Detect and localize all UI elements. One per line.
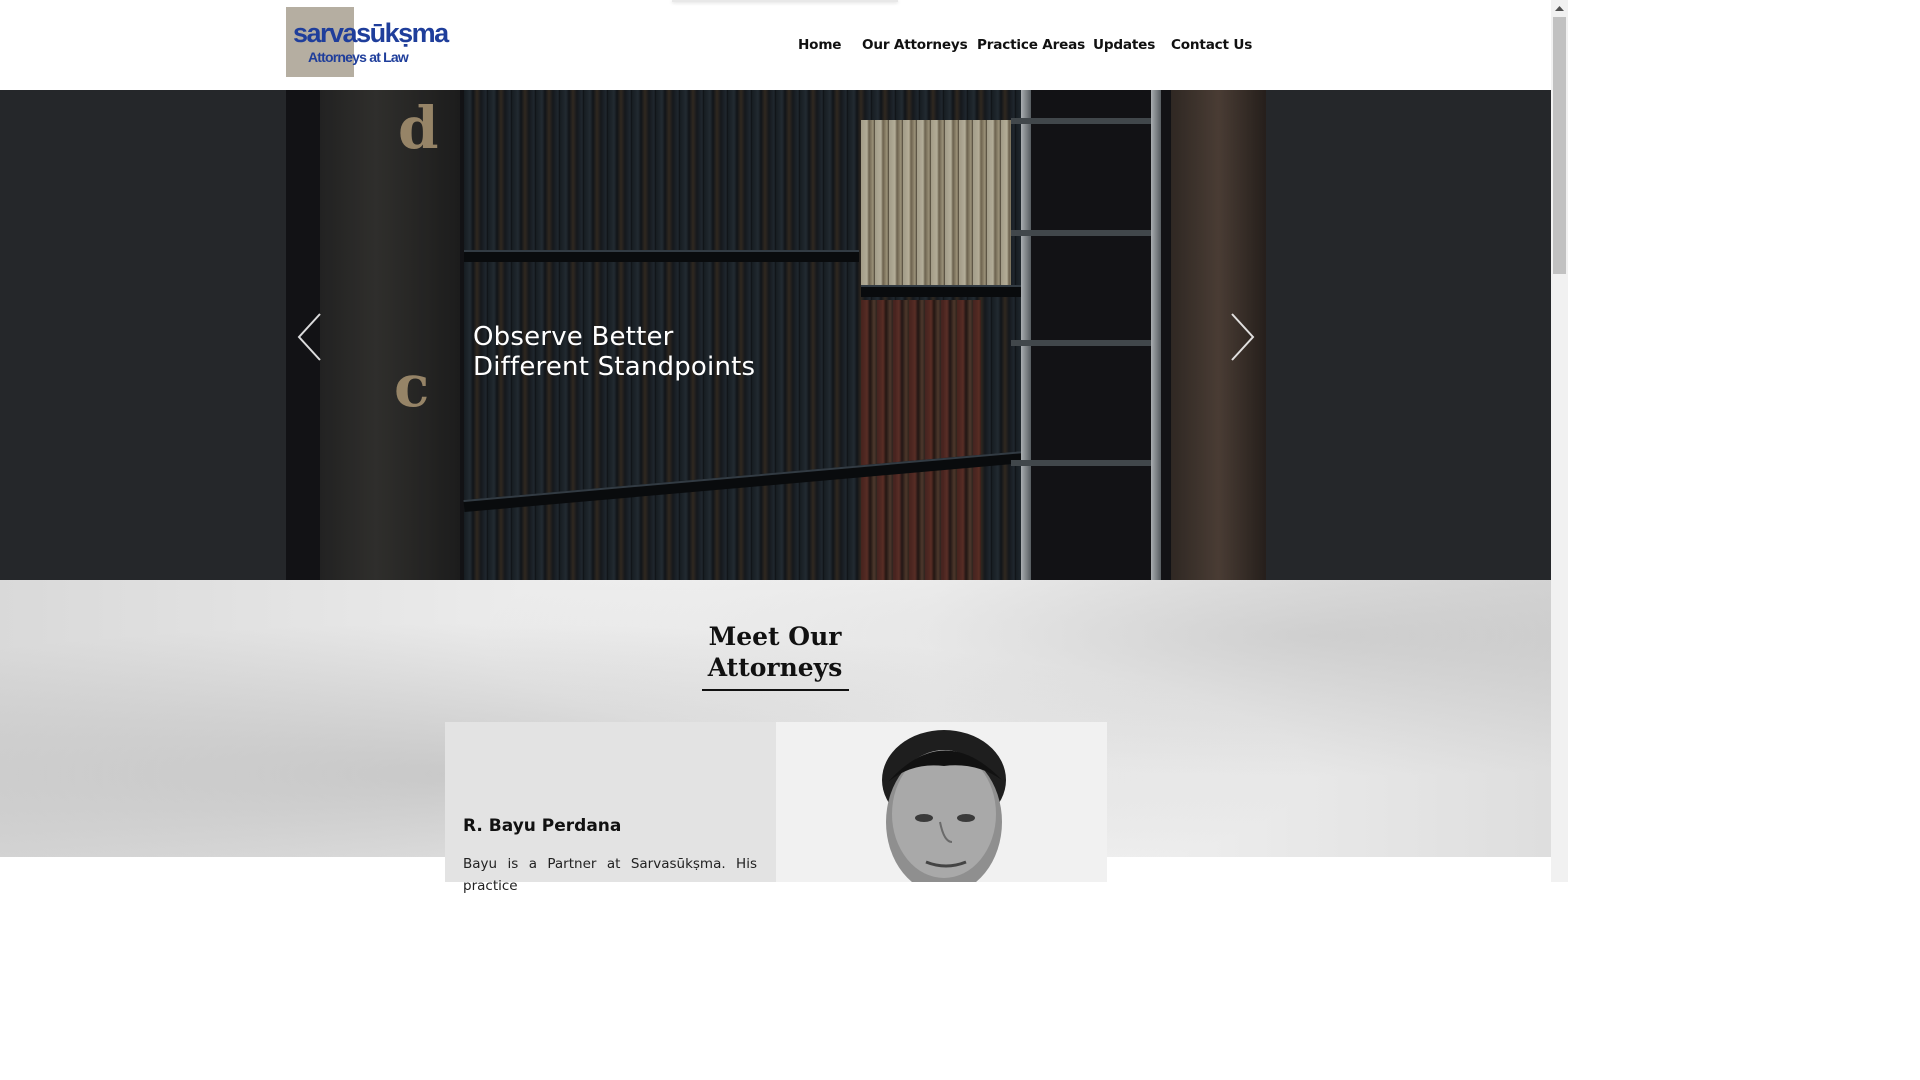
nav-home[interactable]: Home	[798, 37, 842, 53]
scroll-up-button[interactable]	[1551, 0, 1568, 17]
nav-contact-us[interactable]: Contact Us	[1171, 37, 1252, 53]
nav-practice-areas[interactable]: Practice Areas	[977, 37, 1085, 53]
chevron-right-icon	[1231, 313, 1255, 361]
attorneys-heading-line1: Meet Our	[708, 622, 842, 651]
scroll-up-arrow-icon	[1555, 6, 1564, 11]
nav-our-attorneys[interactable]: Our Attorneys	[862, 37, 968, 53]
hero-caption-line2: Different Standpoints	[473, 352, 756, 382]
nav-updates[interactable]: Updates	[1093, 37, 1155, 53]
top-shadow-divider	[672, 0, 898, 2]
slide-overlay	[286, 90, 1266, 580]
attorney-portrait	[882, 730, 1006, 882]
site-header: sarvasūkṣma Attorneys at Law Home Our At…	[0, 0, 1551, 90]
hero-slide-image: d c	[286, 90, 1266, 580]
attorney-bio: Bayu is a Partner at Sarvasūkṣma. His pr…	[463, 856, 757, 894]
attorneys-heading-line2: Attorneys	[707, 653, 843, 682]
heading-underline	[702, 689, 849, 691]
slider-next-button[interactable]	[1226, 312, 1256, 362]
attorney-name[interactable]: R. Bayu Perdana	[463, 816, 621, 836]
hero-caption-line1: Observe Better	[473, 322, 674, 352]
chevron-left-icon	[297, 313, 321, 361]
hero-section: d c Observe Better Different Standpoints	[0, 90, 1551, 580]
site-logo[interactable]: sarvasūkṣma Attorneys at Law	[286, 7, 449, 77]
attorney-photo[interactable]	[776, 722, 1107, 882]
attorneys-heading: Meet Our Attorneys	[700, 621, 850, 683]
logo-text: sarvasūkṣma	[293, 18, 449, 48]
logo-subtitle: Attorneys at Law	[308, 49, 409, 65]
scrollbar-thumb[interactable]	[1553, 17, 1566, 274]
vertical-scrollbar[interactable]	[1551, 0, 1568, 882]
slider-prev-button[interactable]	[296, 312, 326, 362]
hero-caption: Observe Better Different Standpoints	[473, 322, 755, 382]
